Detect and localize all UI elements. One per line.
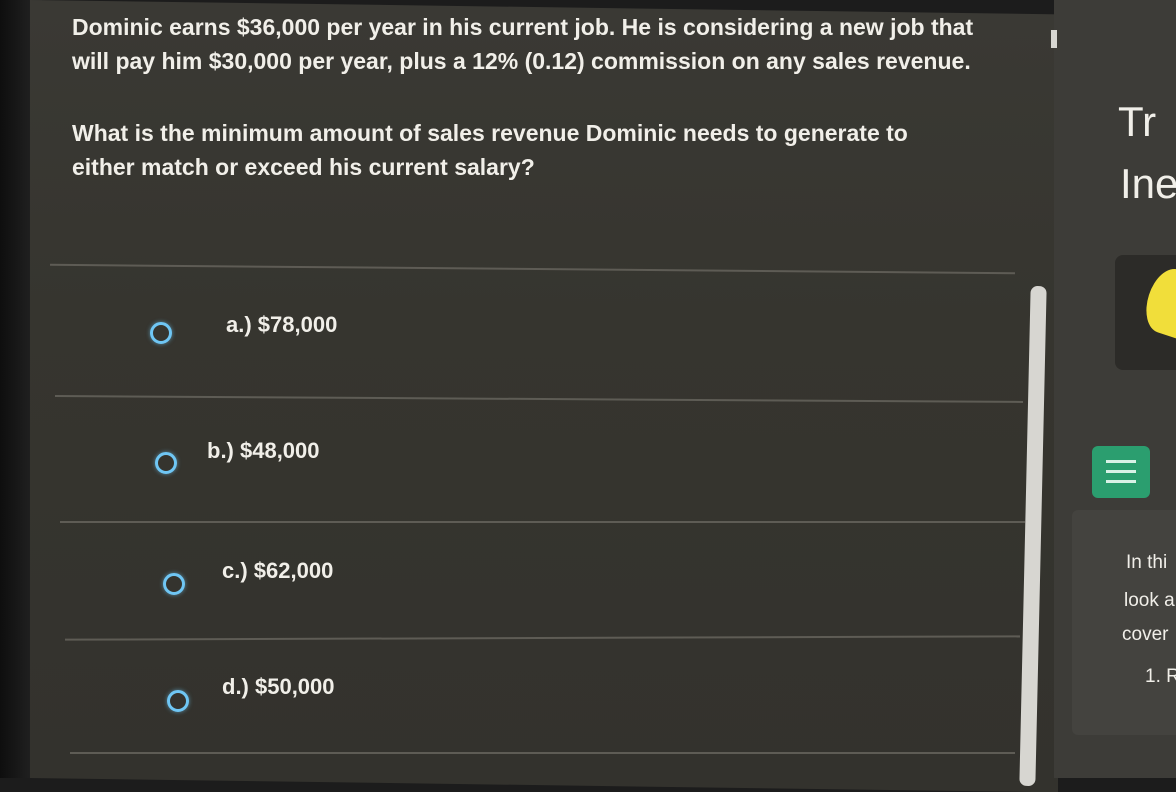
radio-c[interactable] xyxy=(163,573,185,595)
option-d-label: d.) $50,000 xyxy=(222,674,335,699)
radio-a[interactable] xyxy=(150,322,172,344)
side-title-partial-1: Tr xyxy=(1118,98,1157,145)
divider xyxy=(60,521,1025,523)
side-text-card xyxy=(1072,510,1176,735)
question-line-3: What is the minimum amount of sales reve… xyxy=(72,120,908,146)
side-text-3: cover xyxy=(1122,624,1169,645)
side-text-4: 1. R xyxy=(1145,666,1176,687)
side-title-partial-2: Ine xyxy=(1120,160,1176,207)
option-b-label: b.) $48,000 xyxy=(207,438,320,463)
option-b[interactable]: b.) $48,000 xyxy=(55,405,1025,523)
option-a-label: a.) $78,000 xyxy=(226,312,338,337)
radio-d[interactable] xyxy=(167,690,189,712)
option-c[interactable]: c.) $62,000 xyxy=(55,525,1025,643)
radio-b[interactable] xyxy=(155,452,177,474)
question-line-1: Dominic earns $36,000 per year in his cu… xyxy=(72,14,974,40)
marker xyxy=(1051,30,1057,48)
divider xyxy=(70,752,1015,754)
question-line-4: either match or exceed his current salar… xyxy=(72,154,535,180)
side-text-1: In thi xyxy=(1126,552,1168,573)
option-d[interactable]: d.) $50,000 xyxy=(55,643,1025,761)
question-text: Dominic earns $36,000 per year in his cu… xyxy=(72,10,1032,184)
question-line-2: will pay him $30,000 per year, plus a 12… xyxy=(72,48,971,74)
option-a[interactable]: a.) $78,000 xyxy=(55,275,1025,393)
list-icon[interactable] xyxy=(1092,446,1150,498)
side-text-2: look a xyxy=(1124,590,1175,611)
option-c-label: c.) $62,000 xyxy=(222,558,334,583)
